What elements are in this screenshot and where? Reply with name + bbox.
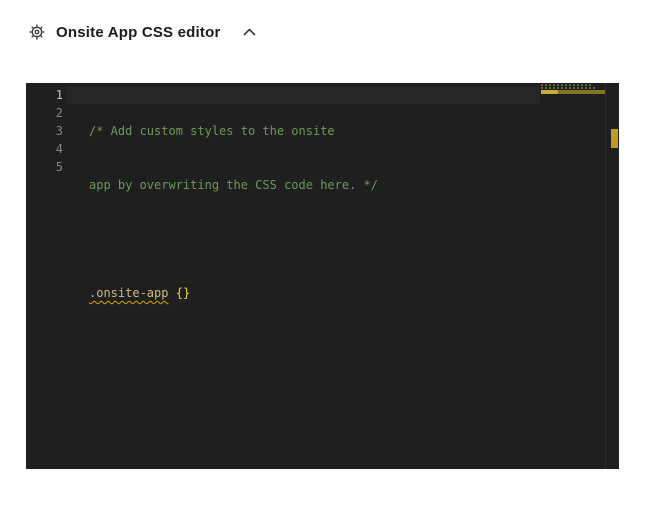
minimap-comment-marks (541, 87, 595, 89)
minimap-comment-marks (541, 84, 591, 86)
chevron-up-icon (243, 28, 255, 36)
css-code-editor[interactable]: 1 2 3 4 5 /* Add custom styles to the on… (26, 83, 619, 469)
code-line: /* Add custom styles to the onsite (89, 122, 539, 140)
css-braces: {} (175, 286, 191, 300)
minimap[interactable] (541, 83, 607, 103)
editor-header: Onsite App CSS editor (29, 23, 258, 41)
css-comment: /* Add custom styles to the onsite (89, 124, 335, 138)
line-number-gutter: 1 2 3 4 5 (26, 86, 63, 176)
line-number: 2 (55, 106, 63, 120)
scrollbar-divider (605, 83, 606, 469)
collapse-section-button[interactable] (241, 26, 258, 38)
line-number: 4 (55, 142, 63, 156)
css-selector: .onsite-app (89, 286, 169, 300)
line-number: 1 (55, 88, 63, 102)
line-number: 3 (55, 124, 63, 138)
page-title: Onsite App CSS editor (56, 23, 221, 41)
gear-icon (29, 24, 45, 40)
overview-ruler-warning-marker[interactable] (611, 129, 618, 148)
minimap-selector-mark (541, 90, 558, 94)
minimap-warning-highlight (558, 90, 606, 94)
code-line: app by overwriting the CSS code here. */ (89, 176, 539, 194)
code-area[interactable]: /* Add custom styles to the onsite app b… (89, 86, 539, 392)
line-number: 5 (55, 160, 63, 174)
css-comment: app by overwriting the CSS code here. */ (89, 178, 378, 192)
code-line: .onsite-app {} (89, 284, 539, 302)
